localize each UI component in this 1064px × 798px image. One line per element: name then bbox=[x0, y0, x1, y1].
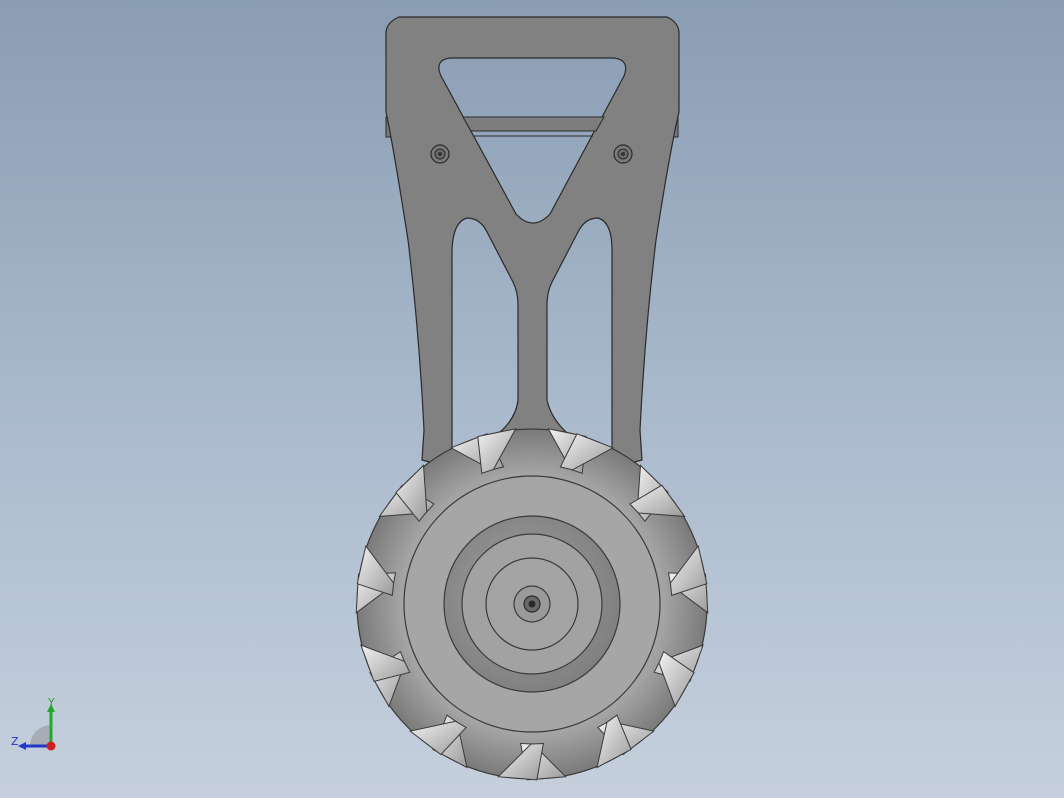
fork-bracket bbox=[385, 16, 680, 469]
bracket-plate bbox=[385, 16, 680, 469]
3d-viewport[interactable]: Y Z bbox=[0, 0, 1064, 798]
left-screw bbox=[430, 144, 450, 164]
y-axis-label: Y bbox=[47, 696, 55, 709]
right-screw bbox=[613, 144, 633, 164]
coordinate-triad: Y Z bbox=[11, 696, 56, 751]
z-axis-label: Z bbox=[11, 735, 19, 748]
wheel-bracket-model[interactable] bbox=[0, 0, 1064, 798]
axle-bolt bbox=[528, 600, 536, 608]
z-axis-arrow bbox=[18, 742, 26, 750]
wheel bbox=[355, 428, 709, 781]
x-axis-dot bbox=[46, 741, 56, 751]
crossbar bbox=[462, 116, 605, 132]
